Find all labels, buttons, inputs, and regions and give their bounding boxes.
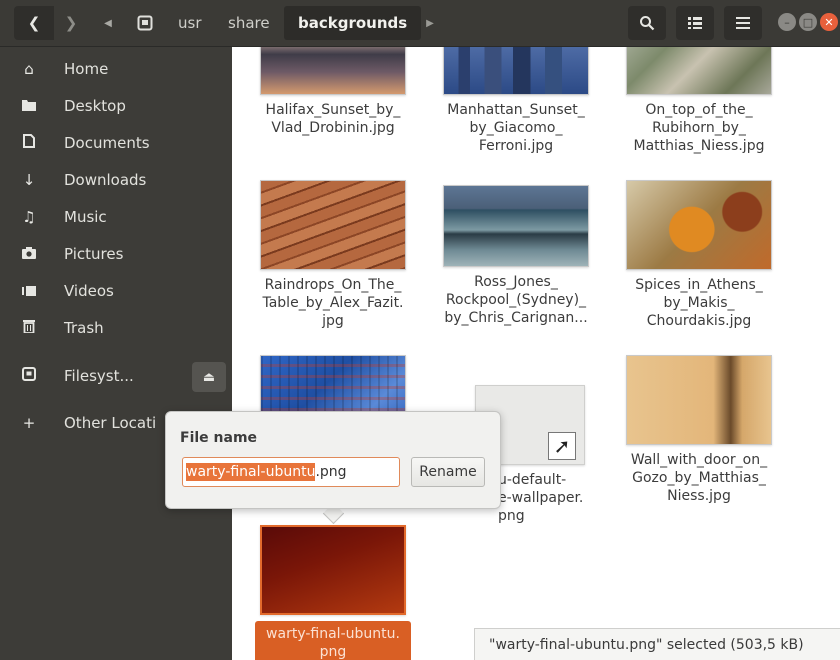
file-name: Ross_Jones_ Rockpool_(Sydney)_ by_Chris_… (444, 274, 588, 326)
plus-icon: + (22, 413, 36, 432)
breadcrumb-usr[interactable]: usr (168, 6, 212, 40)
maximize-button[interactable]: □ (799, 13, 817, 31)
file-name: On_top_of_the_ Rubihorn_by_ Matthias_Nie… (633, 102, 765, 154)
sidebar-item-documents[interactable]: Documents (0, 124, 232, 161)
file-name: warty-final-ubuntu. png (255, 621, 411, 660)
file-grid: Halifax_Sunset_by_ Vlad_Drobinin.jpg Man… (232, 47, 840, 660)
file-item[interactable]: Ross_Jones_ Rockpool_(Sydney)_ by_Chris_… (432, 185, 600, 327)
header-bar: ❮ ❯ ◀ usr share backgrounds ▶ – □ ✕ (0, 0, 840, 47)
sidebar-item-videos[interactable]: Videos (0, 272, 232, 309)
eject-icon: ⏏ (202, 369, 216, 385)
menu-button[interactable] (724, 6, 762, 40)
sidebar-item-desktop[interactable]: Desktop (0, 87, 232, 124)
camera-icon (20, 245, 38, 263)
video-icon (20, 282, 38, 300)
sidebar-item-label: Videos (64, 281, 114, 300)
file-item[interactable]: Halifax_Sunset_by_ Vlad_Drobinin.jpg (249, 47, 417, 137)
sidebar-item-label: Music (64, 207, 107, 226)
search-button[interactable] (628, 6, 666, 40)
disk-icon (137, 15, 153, 31)
minimize-icon: – (784, 15, 790, 29)
search-icon (640, 16, 655, 31)
hamburger-icon (736, 17, 750, 29)
sidebar-item-label: Filesyst... (64, 366, 134, 385)
close-button[interactable]: ✕ (820, 13, 838, 31)
file-item[interactable]: Manhattan_Sunset_ by_Giacomo_ Ferroni.jp… (432, 47, 600, 155)
file-item[interactable]: On_top_of_the_ Rubihorn_by_ Matthias_Nie… (615, 47, 783, 155)
sidebar-item-label: Pictures (64, 244, 124, 263)
sidebar-item-label: Downloads (64, 170, 147, 189)
file-thumbnail (260, 180, 406, 270)
file-thumbnail (626, 355, 772, 445)
symlink-arrow-icon: ➚ (548, 432, 576, 460)
sidebar-item-downloads[interactable]: ↓ Downloads (0, 161, 232, 198)
file-name-label: File name (180, 430, 258, 446)
sidebar-item-label: Desktop (64, 96, 126, 115)
view-toggle-button[interactable] (676, 6, 714, 40)
chevron-right-icon: ❯ (64, 14, 78, 32)
list-view-icon (688, 17, 702, 29)
maximize-icon: □ (802, 15, 814, 29)
breadcrumb-root-button[interactable] (128, 6, 162, 40)
back-button[interactable]: ❮ (14, 6, 54, 40)
home-icon: ⌂ (24, 59, 34, 78)
file-name: Manhattan_Sunset_ by_Giacomo_ Ferroni.jp… (447, 102, 585, 154)
triangle-right-icon: ▶ (426, 17, 434, 29)
sidebar-item-label: Home (64, 59, 109, 78)
chevron-left-icon: ❮ (27, 14, 41, 32)
window-controls: – □ ✕ (778, 13, 838, 33)
extension-text: .png (315, 464, 347, 480)
sidebar-item-label: Trash (64, 318, 104, 337)
selected-text: warty-final-ubuntu (186, 463, 316, 481)
file-name: u-default- e-wallpaper. png (498, 472, 584, 524)
file-item[interactable]: Raindrops_On_The_ Table_by_Alex_Fazit. j… (249, 180, 417, 330)
file-thumbnail (443, 47, 589, 95)
sidebar-item-home[interactable]: ⌂ Home (0, 50, 232, 87)
document-icon (20, 133, 38, 152)
breadcrumb-scroll-right-button[interactable]: ▶ (420, 6, 440, 40)
folder-icon (20, 97, 38, 115)
file-thumbnail (626, 180, 772, 270)
disk-icon (20, 366, 38, 385)
rename-button[interactable]: Rename (411, 457, 485, 487)
forward-button[interactable]: ❯ (54, 6, 88, 40)
triangle-left-icon: ◀ (104, 17, 112, 29)
file-name: Halifax_Sunset_by_ Vlad_Drobinin.jpg (265, 102, 401, 136)
file-thumbnail (443, 185, 589, 267)
sidebar-item-label: Other Locati (64, 413, 157, 432)
sidebar: ⌂ Home Desktop Documents ↓ Downloads ♫ M… (0, 47, 232, 660)
file-item-selected[interactable]: warty-final-ubuntu. png (249, 525, 417, 660)
file-name: Spices_in_Athens_ by_Makis_ Chourdakis.j… (635, 277, 763, 329)
file-thumbnail (626, 47, 772, 95)
breadcrumb-backgrounds[interactable]: backgrounds (284, 6, 422, 40)
file-thumbnail (260, 525, 406, 615)
status-bar: "warty-final-ubuntu.png" selected (503,5… (474, 628, 840, 660)
sidebar-item-music[interactable]: ♫ Music (0, 198, 232, 235)
minimize-button[interactable]: – (778, 13, 796, 31)
sidebar-item-trash[interactable]: Trash (0, 309, 232, 346)
file-name-input[interactable]: warty-final-ubuntu .png (182, 457, 400, 487)
rename-popover: File name warty-final-ubuntu .png Rename (165, 411, 501, 509)
close-icon: ✕ (824, 15, 834, 29)
file-item[interactable]: Spices_in_Athens_ by_Makis_ Chourdakis.j… (615, 180, 783, 330)
file-thumbnail (260, 47, 406, 95)
file-name: Raindrops_On_The_ Table_by_Alex_Fazit. j… (262, 277, 404, 329)
download-icon: ↓ (22, 170, 36, 189)
music-icon: ♫ (22, 207, 36, 226)
sidebar-item-label: Documents (64, 133, 150, 152)
sidebar-item-pictures[interactable]: Pictures (0, 235, 232, 272)
file-name: Wall_with_door_on_ Gozo_by_Matthias_ Nie… (630, 452, 768, 504)
trash-icon (20, 319, 38, 337)
file-item[interactable]: Wall_with_door_on_ Gozo_by_Matthias_ Nie… (615, 355, 783, 505)
eject-button[interactable]: ⏏ (192, 362, 226, 392)
breadcrumb-share[interactable]: share (218, 6, 280, 40)
breadcrumb-scroll-left-button[interactable]: ◀ (96, 6, 120, 40)
